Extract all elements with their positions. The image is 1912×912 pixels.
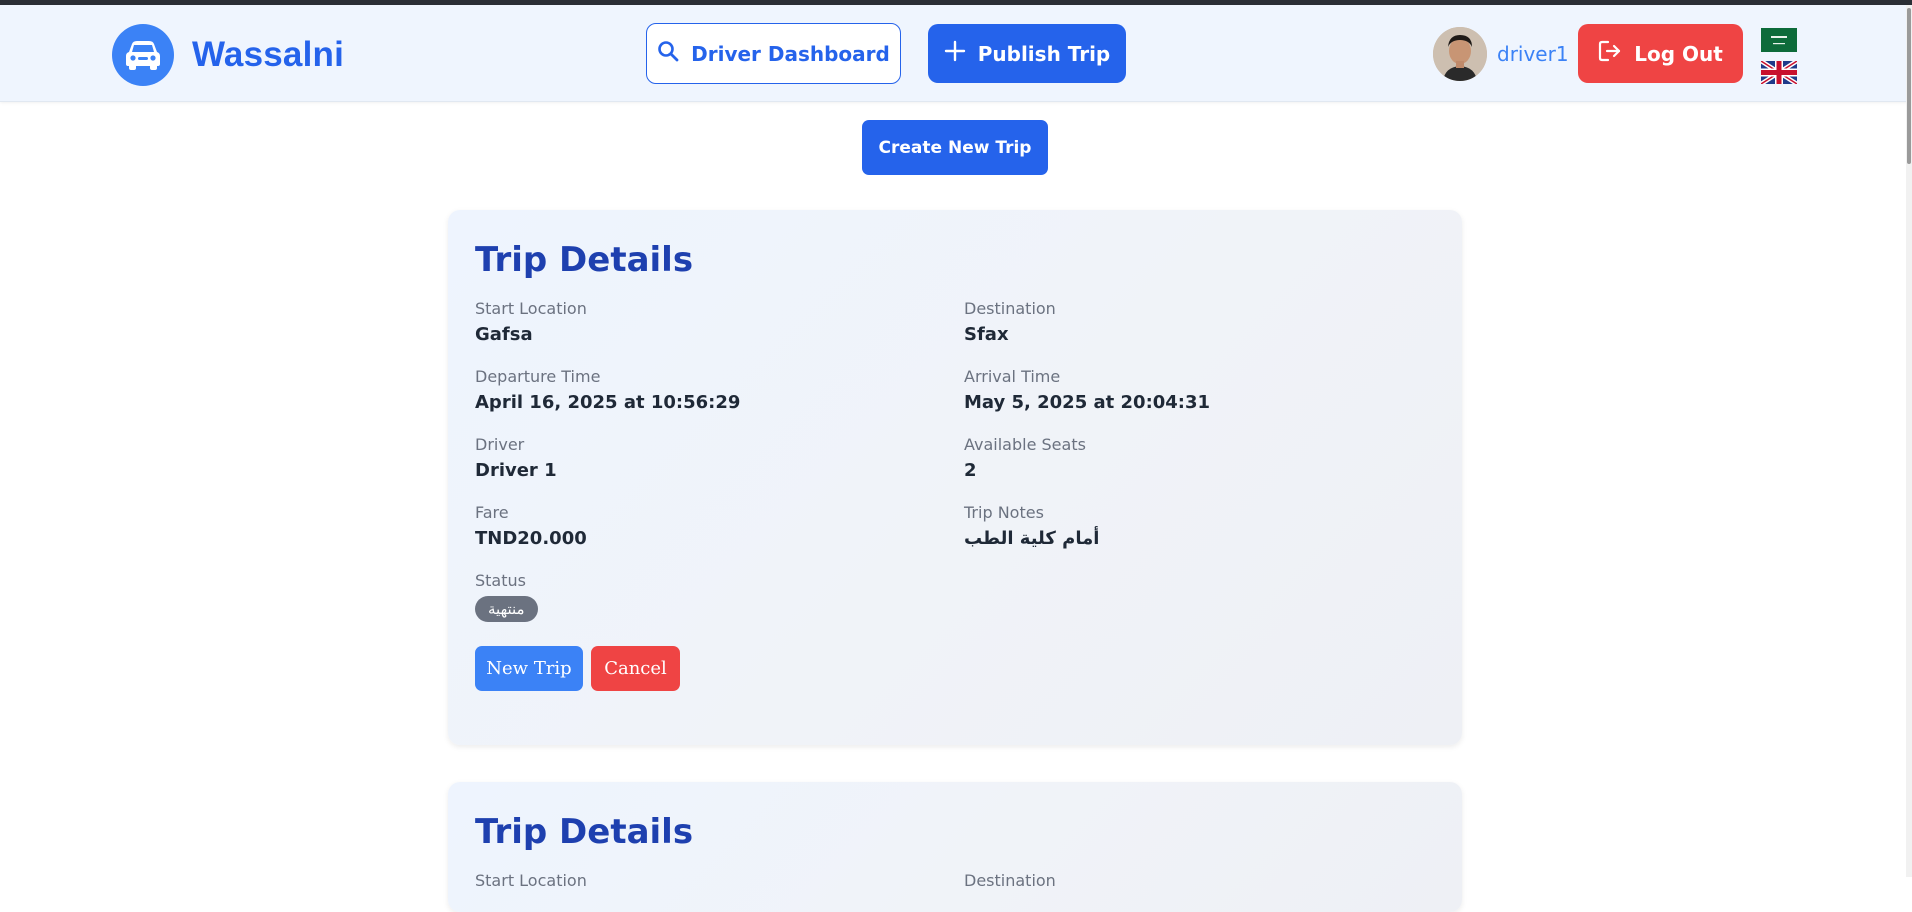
available-seats-label: Available Seats xyxy=(964,435,1086,454)
destination-label: Destination xyxy=(964,299,1056,318)
publish-trip-button[interactable]: Publish Trip xyxy=(928,24,1126,83)
driver-value: Driver 1 xyxy=(475,460,557,481)
start-location-label: Start Location xyxy=(475,871,587,890)
arrival-time-value: May 5, 2025 at 20:04:31 xyxy=(964,392,1211,413)
new-trip-button[interactable]: New Trip xyxy=(475,646,583,691)
user-profile[interactable]: driver1 xyxy=(1433,27,1569,81)
trip-notes-field: Trip Notes أمام كلية الطب xyxy=(964,503,1099,549)
logout-button[interactable]: Log Out xyxy=(1578,24,1743,83)
create-new-trip-button[interactable]: Create New Trip xyxy=(862,120,1048,175)
driver-dashboard-button[interactable]: Driver Dashboard xyxy=(646,23,901,84)
avatar xyxy=(1433,27,1487,81)
status-badge: منتهية xyxy=(475,596,538,622)
arrival-time-field: Arrival Time May 5, 2025 at 20:04:31 xyxy=(964,367,1210,413)
logout-icon xyxy=(1598,39,1622,68)
logout-label: Log Out xyxy=(1634,41,1723,66)
start-location-field: Start Location Gafsa xyxy=(475,299,587,345)
publish-trip-label: Publish Trip xyxy=(977,41,1111,66)
driver-field: Driver Driver 1 xyxy=(475,435,557,481)
available-seats-value: 2 xyxy=(964,460,977,481)
departure-time-label: Departure Time xyxy=(475,367,601,386)
start-location-value: Gafsa xyxy=(475,324,533,345)
search-icon xyxy=(657,40,679,67)
fare-value: TND20.000 xyxy=(475,528,587,549)
trip-details-title: Trip Details xyxy=(475,812,694,852)
trip-notes-label: Trip Notes xyxy=(964,503,1044,522)
trip-details-card: Trip Details Start Location Destination xyxy=(448,782,1462,912)
brand-logo[interactable]: Wassalni xyxy=(112,24,344,86)
status-label: Status xyxy=(475,571,526,590)
departure-time-value: April 16, 2025 at 10:56:29 xyxy=(475,392,741,413)
trip-details-title: Trip Details xyxy=(475,240,694,280)
available-seats-field: Available Seats 2 xyxy=(964,435,1086,481)
scrollbar-thumb[interactable] xyxy=(1907,8,1911,164)
fare-field: Fare TND20.000 xyxy=(475,503,587,549)
cancel-button[interactable]: Cancel xyxy=(591,646,680,691)
destination-label: Destination xyxy=(964,871,1056,890)
destination-value: Sfax xyxy=(964,324,1009,345)
arrival-time-label: Arrival Time xyxy=(964,367,1061,386)
departure-time-field: Departure Time April 16, 2025 at 10:56:2… xyxy=(475,367,740,413)
fare-label: Fare xyxy=(475,503,509,522)
trip-details-card: Trip Details Start Location Gafsa Destin… xyxy=(448,210,1462,745)
username: driver1 xyxy=(1497,42,1569,66)
status-field: Status منتهية xyxy=(475,571,538,622)
car-icon xyxy=(112,24,174,86)
start-location-label: Start Location xyxy=(475,299,587,318)
destination-field: Destination xyxy=(964,871,1056,890)
driver-label: Driver xyxy=(475,435,525,454)
start-location-field: Start Location xyxy=(475,871,587,890)
destination-field: Destination Sfax xyxy=(964,299,1056,345)
navbar: Wassalni Driver Dashboard Publish Trip d… xyxy=(0,5,1912,102)
plus-icon xyxy=(944,40,966,67)
trip-notes-value: أمام كلية الطب xyxy=(964,528,1100,549)
uk-flag-icon[interactable] xyxy=(1759,59,1799,86)
driver-dashboard-label: Driver Dashboard xyxy=(691,41,890,66)
saudi-flag-icon[interactable] xyxy=(1761,28,1797,52)
brand-name: Wassalni xyxy=(192,35,345,74)
